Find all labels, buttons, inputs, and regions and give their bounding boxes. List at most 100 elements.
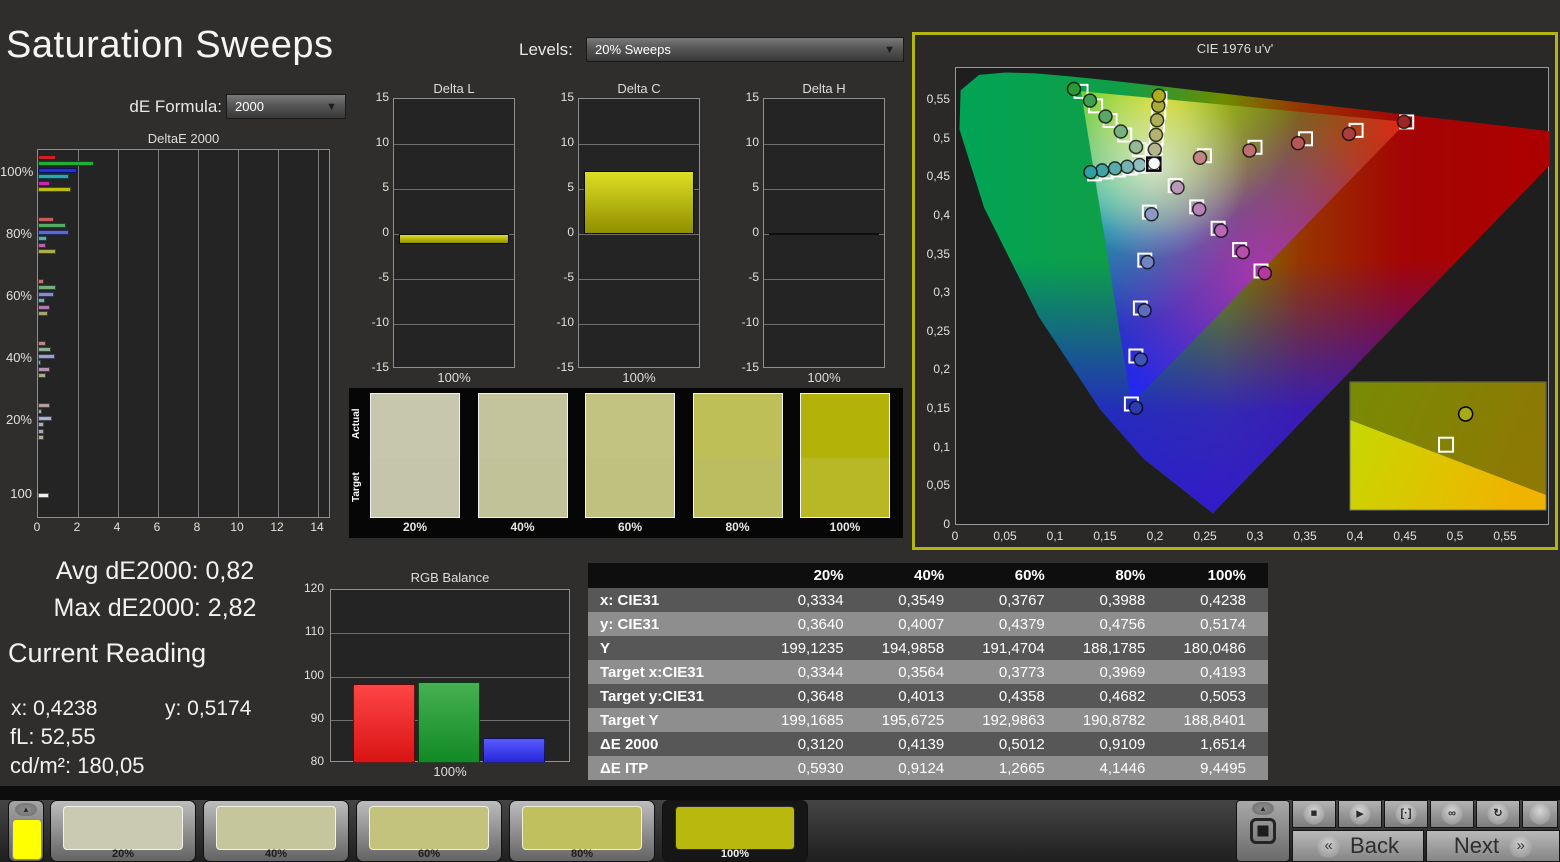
delta_l-title: Delta L — [393, 81, 515, 96]
cell-value: 0,3988 — [1067, 588, 1168, 612]
cell-value: 0,9124 — [866, 756, 967, 780]
cell-value: 0,4379 — [966, 612, 1067, 636]
x-tick-label: 0,4 — [1335, 529, 1375, 543]
gridline — [318, 150, 319, 517]
de-bar — [38, 360, 41, 365]
blank-button[interactable] — [1522, 800, 1558, 828]
red-sweep-measured — [1398, 115, 1411, 128]
cell-value: 191,4704 — [966, 636, 1067, 660]
de-bar — [38, 367, 50, 372]
column-header: 40% — [866, 563, 967, 588]
cell-value: 0,5053 — [1167, 684, 1268, 708]
y-tick-label: 0 — [731, 225, 759, 239]
collapse-up-icon[interactable]: ▲ — [15, 803, 37, 816]
row-label: Target y:CIE31 — [588, 684, 765, 708]
delta_h-title: Delta H — [763, 81, 885, 96]
back-button-label: Back — [1350, 833, 1399, 859]
target-row-label: Target — [351, 457, 367, 518]
red-sweep-measured — [1243, 144, 1256, 157]
cell-value: 0,3648 — [765, 684, 866, 708]
cell-value: 0,3344 — [765, 660, 866, 684]
y-tick-label: 10 — [546, 135, 574, 149]
play-icon: ▶ — [1350, 804, 1371, 825]
swatch-label: 20% — [370, 520, 460, 534]
group-label: 100% — [0, 164, 32, 179]
delta_c-x-label: 100% — [578, 370, 700, 385]
y-tick-label: 10 — [361, 135, 389, 149]
continuous-icon: ∞ — [1442, 804, 1463, 825]
patch-color-swatch — [675, 806, 795, 850]
next-button[interactable]: Next» — [1426, 830, 1560, 862]
y-tick-label: 100 — [298, 668, 324, 682]
cie-title: CIE 1976 u'v' — [915, 41, 1555, 56]
patch-button-100%[interactable]: 100% — [662, 800, 808, 862]
cyan-sweep-measured — [1109, 162, 1122, 175]
swatch-pair — [800, 393, 890, 518]
loop-button[interactable]: ↻ — [1476, 800, 1520, 828]
magenta-sweep-measured — [1193, 203, 1206, 216]
target-swatch — [479, 458, 567, 517]
measure-window-icon-inner — [1258, 826, 1269, 837]
de-bar — [38, 422, 44, 427]
y-tick-label: 5 — [731, 180, 759, 194]
de-bar — [38, 347, 51, 352]
play-button[interactable]: ▶ — [1338, 800, 1382, 828]
meter-panel-button[interactable]: ▲ — [1236, 800, 1290, 862]
magenta-sweep-measured — [1236, 246, 1249, 259]
table-row: ΔE 20000,31200,41390,50120,91091,6514 — [588, 732, 1268, 756]
patch-button-60%[interactable]: 60% — [356, 800, 502, 862]
patch-button-80%[interactable]: 80% — [509, 800, 655, 862]
levels-label: Levels: — [519, 40, 573, 60]
de-bar — [38, 292, 54, 297]
magenta-sweep-measured — [1171, 181, 1184, 194]
de-bar — [38, 373, 46, 378]
yellow-sweep-measured — [1150, 128, 1163, 141]
de-bar — [38, 279, 44, 284]
continuous-button[interactable]: ∞ — [1430, 800, 1474, 828]
cie-plot — [955, 67, 1549, 525]
blank-icon — [1530, 804, 1551, 825]
patch-button-40%[interactable]: 40% — [203, 800, 349, 862]
blue-sweep-measured — [1138, 304, 1151, 317]
de-bar — [38, 305, 50, 310]
patch-navigation-bar: ▲ 20%40%60%80%100% ▲ ■ ▶ [·] ∞ ↻ «BackNext» — [0, 800, 1560, 862]
measure-window-icon — [1250, 818, 1276, 844]
collapse-up-icon[interactable]: ▲ — [1252, 802, 1274, 815]
levels-dropdown[interactable]: 20% Sweeps ▼ — [586, 37, 904, 62]
stop-button[interactable]: ■ — [1292, 800, 1336, 828]
cell-value: 180,0486 — [1167, 636, 1268, 660]
gridline — [331, 633, 569, 634]
y-tick-label: 0,15 — [916, 401, 950, 415]
red-bar — [353, 684, 415, 763]
column-header: 80% — [1067, 563, 1168, 588]
single-measure-button[interactable]: [·] — [1384, 800, 1428, 828]
gridline — [579, 324, 699, 325]
y-tick-label: -5 — [546, 270, 574, 284]
actual-swatch — [801, 394, 889, 458]
y-tick-label: 110 — [298, 624, 324, 638]
de-bar — [38, 311, 48, 316]
deltae-y-axis: 100%80%60%40%20%100 — [0, 149, 35, 518]
cell-value: 192,9863 — [966, 708, 1067, 732]
cell-value: 0,3334 — [765, 588, 866, 612]
row-label: Y — [588, 636, 765, 660]
blue-sweep-measured — [1130, 401, 1143, 414]
y-tick-label: 10 — [731, 135, 759, 149]
x-tick-label: 0 — [935, 529, 975, 543]
de-formula-dropdown[interactable]: 2000 ▼ — [226, 94, 346, 119]
white-point-measured — [1148, 157, 1160, 169]
row-label: ΔE 2000 — [588, 732, 765, 756]
gridline — [394, 279, 514, 280]
back-button[interactable]: «Back — [1292, 830, 1424, 862]
cie-diagram-panel[interactable]: CIE 1976 u'v' 00,050,10,150,20,250,30,35… — [912, 32, 1558, 550]
current-fl: fL: 52,55 — [10, 724, 96, 750]
cell-value: 0,4139 — [866, 732, 967, 756]
de-formula-value: 2000 — [235, 99, 326, 114]
stop-icon: ■ — [1304, 804, 1325, 825]
inset-measured — [1459, 407, 1473, 421]
y-tick-label: 120 — [298, 581, 324, 595]
cell-value: 188,1785 — [1067, 636, 1168, 660]
patch-button-20%[interactable]: 20% — [50, 800, 196, 862]
patch-color-swatch — [522, 806, 642, 850]
gridline — [158, 150, 159, 517]
